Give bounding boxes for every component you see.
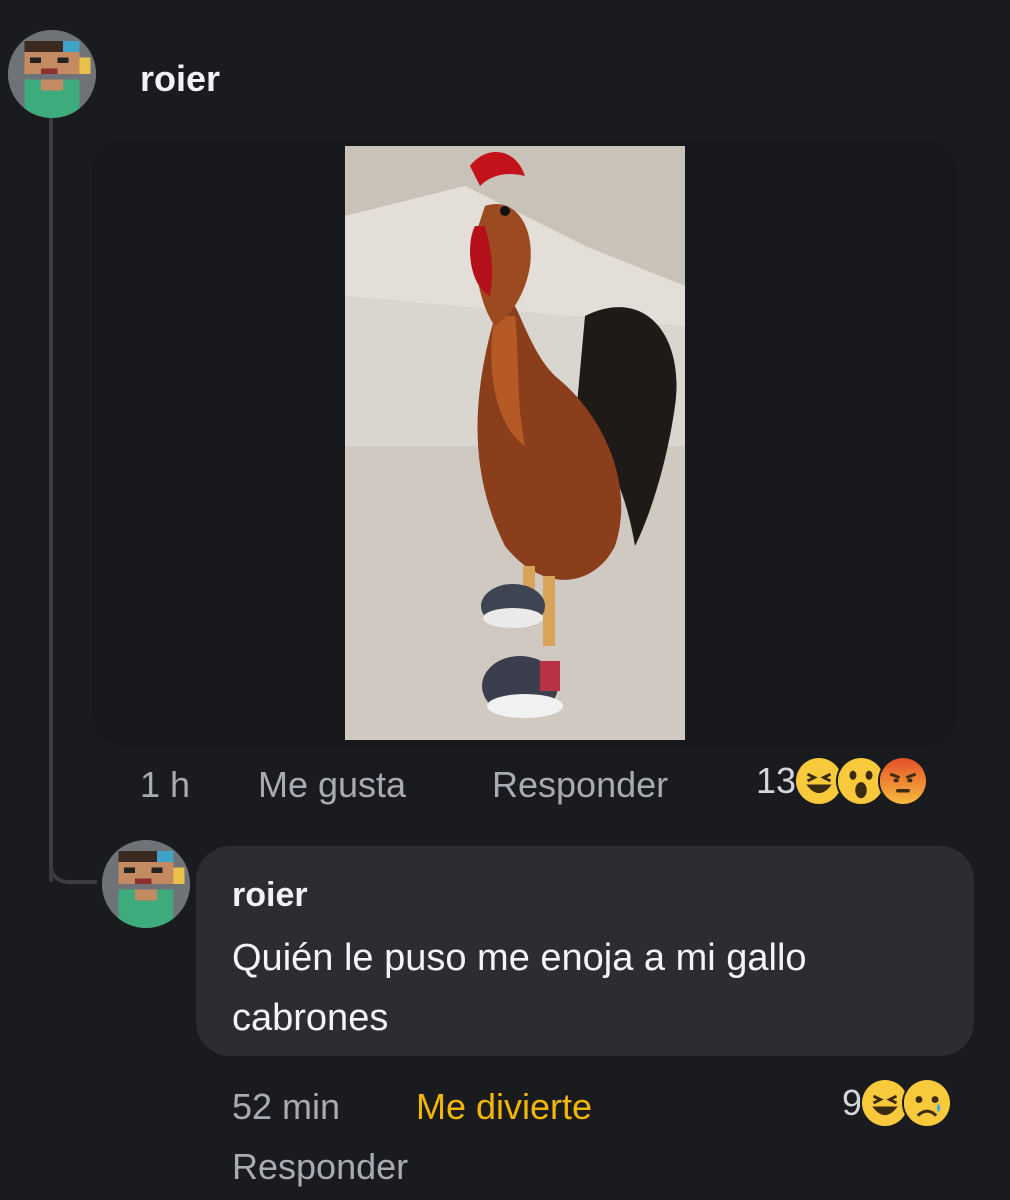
pixel-avatar-icon[interactable] — [8, 30, 96, 118]
reply-timestamp: 52 min — [232, 1086, 341, 1127]
angry-emoji — [878, 756, 929, 806]
comment-timestamp: 1 h — [140, 764, 191, 805]
reaction-count: 13 — [756, 760, 797, 801]
reply-author[interactable]: roier — [232, 876, 308, 915]
comment-thread: roier 1 h Me gusta Responder 13 roier Qu… — [0, 0, 1010, 1200]
reply-button[interactable]: Responder — [492, 764, 668, 806]
like-button[interactable]: Me gusta — [258, 764, 406, 806]
reaction-summary[interactable]: 13 — [756, 756, 929, 806]
media-card[interactable] — [92, 140, 958, 746]
reaction-button[interactable]: Me divierte — [416, 1086, 592, 1128]
comment-author[interactable]: roier — [140, 58, 220, 100]
reply-reaction-count: 9 — [842, 1082, 863, 1123]
reply-connector — [49, 844, 97, 884]
sad-emoji — [902, 1078, 953, 1128]
pixel-avatar-icon[interactable] — [102, 840, 190, 928]
rooster-image[interactable] — [345, 146, 685, 740]
reply-reaction-summary[interactable]: 9 — [842, 1078, 953, 1128]
reply-bubble[interactable]: roier Quién le puso me enoja a mi gallo … — [196, 846, 974, 1056]
reply-button[interactable]: Responder — [232, 1146, 408, 1188]
reply-text: Quién le puso me enoja a mi gallo cabron… — [232, 937, 807, 1039]
